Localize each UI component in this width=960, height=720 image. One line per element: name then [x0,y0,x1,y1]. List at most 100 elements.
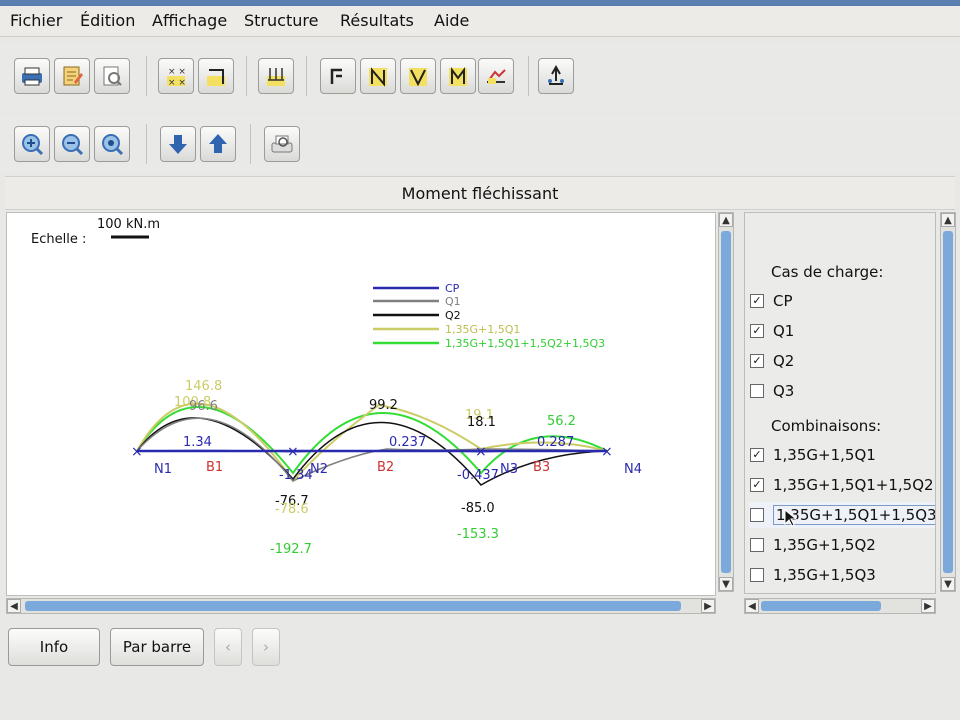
panel-vertical-scrollbar[interactable]: ▲ ▼ [940,212,956,592]
print-preview-button[interactable] [264,126,300,162]
checkbox-combo-2[interactable]: ✓ [750,478,764,492]
info-button[interactable]: Info [8,628,100,666]
preview-button[interactable] [94,58,130,94]
per-bar-button[interactable]: Par barre [110,628,204,666]
support-button[interactable] [198,58,234,94]
panel-scroll-up-arrow[interactable]: ▲ [941,213,955,227]
toolbar-separator [146,124,147,164]
toolbar-separator [146,56,147,96]
combo-4[interactable]: 1,35G+1,5Q2 [749,532,935,558]
normal-force-button[interactable] [320,58,356,94]
printer-preview-icon [271,135,293,153]
load-case-cp[interactable]: ✓ CP [749,288,935,314]
menu-fichier[interactable]: Fichier [10,11,62,30]
node-label-n1: N1 [154,462,172,477]
combinations-title: Combinaisons: [771,417,882,435]
scroll-down-arrow[interactable]: ▼ [719,577,733,591]
nodes-icon: × ×× × [167,67,186,88]
menu-affichage[interactable]: Affichage [152,11,227,30]
value-comb1-support1: -78.6 [275,502,309,517]
zoom-in-button[interactable] [14,126,50,162]
shear-button[interactable] [360,58,396,94]
legend-label-cp: CP [445,282,460,295]
shear-v-icon [409,68,427,87]
normal-force-icon [330,68,342,84]
combo-5[interactable]: 1,35G+1,5Q3 [749,562,935,588]
canvas-horizontal-scrollbar[interactable]: ◀ ▶ [6,598,716,614]
zoom-out-button[interactable] [54,126,90,162]
previous-button[interactable]: ‹ [214,628,242,666]
canvas-vertical-scrollbar[interactable]: ▲ ▼ [718,212,734,592]
shear-icon [369,67,387,87]
checkbox-q1[interactable]: ✓ [750,324,764,338]
panel-scroll-right-arrow[interactable]: ▶ [921,599,935,613]
toolbar-separator [306,56,307,96]
moment-button[interactable] [440,58,476,94]
view-title-bar: Moment fléchissant [5,176,955,210]
node-marker-n4: × [601,444,613,460]
combo-2[interactable]: ✓ 1,35G+1,5Q1+1,5Q2 [749,472,935,498]
arrow-up-icon [209,134,227,153]
print-button[interactable] [14,58,50,94]
load-button[interactable] [258,58,294,94]
move-down-button[interactable] [160,126,196,162]
panel-scroll-left-arrow[interactable]: ◀ [745,599,759,613]
next-button[interactable]: › [252,628,280,666]
load-case-q1[interactable]: ✓ Q1 [749,318,935,344]
combo-1[interactable]: ✓ 1,35G+1,5Q1 [749,442,935,468]
legend-label-comb1: 1,35G+1,5Q1 [445,323,520,336]
value-comb-all-support1: -192.7 [270,542,312,557]
load-case-label: CP [773,292,793,310]
zoom-fit-button[interactable] [94,126,130,162]
bottom-action-bar: Info Par barre ‹ › [0,622,960,674]
value-cp-support2: -0.437 [457,468,499,483]
canvas-vscroll-thumb[interactable] [721,231,731,573]
diagram-canvas[interactable]: Echelle : 100 kN.m CP Q1 Q2 1,35G+1,5Q1 … [6,212,716,596]
checkbox-q2[interactable]: ✓ [750,354,764,368]
results-filter-panel: Cas de charge: ✓ CP ✓ Q1 ✓ Q2 Q3 Combina… [744,212,936,594]
value-comb1-span1: 146.8 [185,379,222,394]
load-case-q3[interactable]: Q3 [749,378,935,404]
panel-scroll-down-arrow[interactable]: ▼ [941,577,955,591]
deformed-button[interactable] [478,58,514,94]
reactions-button[interactable] [538,58,574,94]
nodes-button[interactable]: × × × × [158,58,194,94]
checkbox-combo-4[interactable] [750,538,764,552]
checkbox-cp[interactable]: ✓ [750,294,764,308]
checkbox-q3[interactable] [750,384,764,398]
menu-edition[interactable]: Édition [80,11,135,30]
view-toolbar [0,116,960,172]
bar-label-b2: B2 [377,460,394,475]
canvas-hscroll-thumb[interactable] [25,601,681,611]
checkbox-combo-1[interactable]: ✓ [750,448,764,462]
shear-v-button[interactable] [400,58,436,94]
legend-label-q2: Q2 [445,309,461,322]
scroll-left-arrow[interactable]: ◀ [7,599,21,613]
value-q2-span2: 99.2 [369,398,398,413]
view-title: Moment fléchissant [401,184,559,203]
combo-label: 1,35G+1,5Q1+1,5Q2 [773,476,934,494]
value-q2-support2: -85.0 [461,501,495,516]
deformed-icon [487,69,506,84]
edit-button[interactable] [54,58,90,94]
node-marker-n1: × [131,444,143,460]
load-case-q2[interactable]: ✓ Q2 [749,348,935,374]
toolbar-separator [246,56,247,96]
move-up-button[interactable] [200,126,236,162]
combo-3[interactable]: 1,35G+1,5Q1+1,5Q3 [749,502,935,528]
load-case-label: Q3 [773,382,795,400]
menu-structure[interactable]: Structure [244,11,318,30]
svg-text:× ×: × × [168,78,186,88]
main-toolbar: × × × × [0,44,960,112]
panel-hscroll-thumb[interactable] [761,601,881,611]
combo-label: 1,35G+1,5Q3 [773,566,876,584]
zoom-fit-icon [102,134,124,156]
scroll-up-arrow[interactable]: ▲ [719,213,733,227]
checkbox-combo-3[interactable] [750,508,764,522]
panel-vscroll-thumb[interactable] [943,231,953,573]
panel-horizontal-scrollbar[interactable]: ◀ ▶ [744,598,936,614]
menu-resultats[interactable]: Résultats [340,11,414,30]
checkbox-combo-5[interactable] [750,568,764,582]
menu-aide[interactable]: Aide [434,11,469,30]
scroll-right-arrow[interactable]: ▶ [701,599,715,613]
